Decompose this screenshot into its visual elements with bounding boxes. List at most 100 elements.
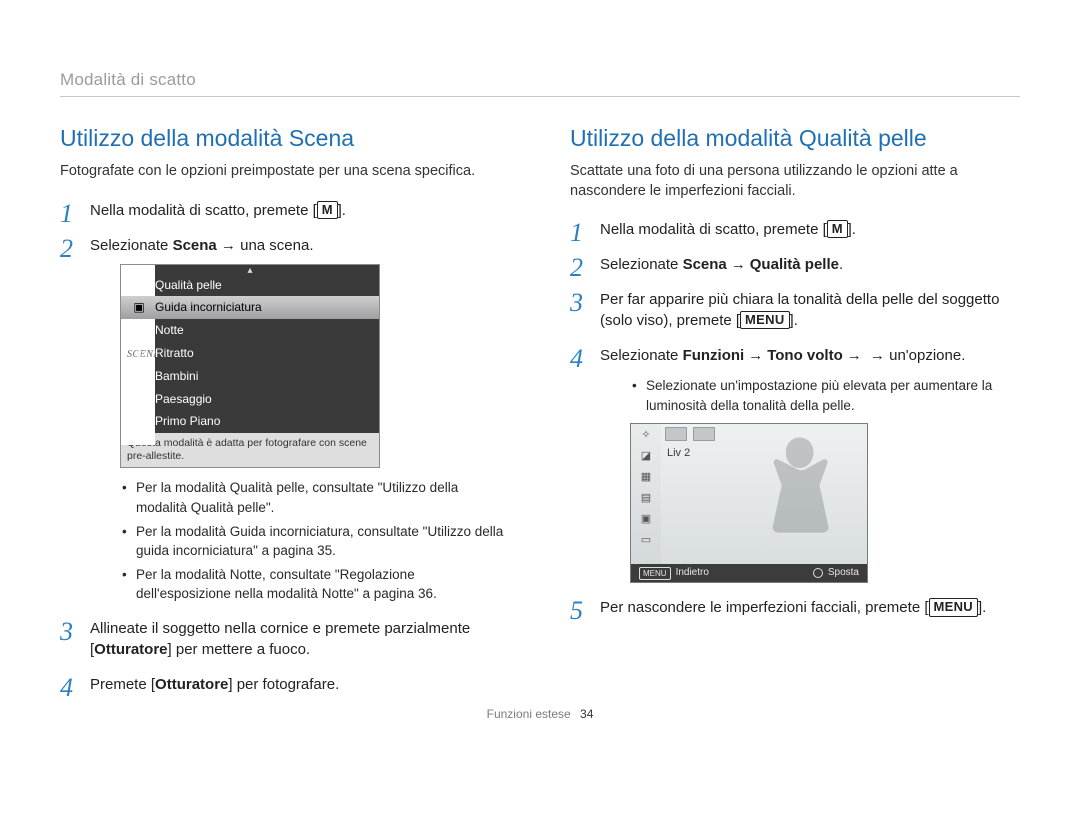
cam-tab-icon — [665, 427, 687, 441]
step-bold: Scena — [683, 256, 727, 273]
footer-section: Funzioni estese — [487, 707, 571, 721]
cam-back-segment: MENU Indietro — [639, 566, 709, 580]
step-text: ] per mettere a fuoco. — [168, 641, 311, 658]
step-5: 5 Per nascondere le imperfezioni faccial… — [570, 597, 1020, 618]
macro-icon: ✿ — [131, 413, 147, 430]
scene-menu-list: ▴ ✿ Qualità pelle ▣Guida incorniciatura ◐… — [121, 265, 379, 434]
step-2: 2 Selezionate Scena → una scena. SCENE — [60, 235, 510, 604]
scene-item-label: Bambini — [155, 368, 198, 385]
scene-item-ritratto: ☺ Ritratto — [121, 342, 379, 365]
mode-key-icon: M — [317, 201, 338, 219]
camera-preview-screenshot: ✧ ◪ ▦ ▤ ▣ ▭ Liv 2 ME — [630, 423, 868, 583]
night-icon: ◐ — [131, 322, 147, 339]
step-bold: Tono volto — [767, 347, 843, 364]
dpad-icon — [813, 568, 823, 578]
frame-guide-icon: ▣ — [131, 299, 147, 316]
step-text: → un'opzione. — [866, 347, 966, 364]
scene-item-label: Qualità pelle — [155, 277, 222, 294]
cam-back-label: Indietro — [676, 566, 709, 580]
step-number: 4 — [60, 670, 73, 706]
step-3: 3 Allineate il soggetto nella cornice e … — [60, 618, 510, 660]
scene-item-primo-piano: ✿Primo Piano — [121, 410, 379, 433]
person-silhouette-icon — [754, 432, 849, 552]
level-label: Liv 2 — [667, 446, 690, 461]
step-number: 5 — [570, 593, 583, 629]
column-beauty-mode: Utilizzo della modalità Qualità pelle Sc… — [570, 125, 1020, 709]
step-text: Premete [ — [90, 676, 155, 693]
focus-icon: ▣ — [637, 512, 655, 526]
cam-bottom-bar: MENU Indietro Sposta — [631, 564, 867, 582]
step-1: 1 Nella modalità di scatto, premete [M]. — [570, 219, 1020, 240]
note-item: Selezionate un'impostazione più elevata … — [632, 376, 1020, 415]
step-4: 4 Selezionate Funzioni→Tono volto→ → un'… — [570, 345, 1020, 583]
arrow-icon: → — [744, 347, 767, 364]
scene-item-guida-incorniciatura: ▣Guida incorniciatura — [121, 296, 379, 319]
menu-key-icon: MENU — [929, 598, 978, 616]
wb-icon: ▤ — [637, 491, 655, 505]
step-text-end: ]. — [338, 202, 346, 219]
cam-move-label: Sposta — [828, 566, 859, 580]
scene-item-label: Notte — [155, 322, 184, 339]
step-bold: Scena — [173, 237, 217, 254]
breadcrumb: Modalità di scatto — [60, 70, 1020, 90]
beauty-icon: ✿ — [131, 277, 147, 294]
scene-menu-description: Questa modalità è adatta per fotografare… — [121, 433, 379, 467]
landscape-icon: ▲ — [131, 391, 147, 408]
scene-item-bambini: ☻ Bambini — [121, 365, 379, 388]
step-text: Nella modalità di scatto, premete [ — [600, 221, 827, 238]
menu-key-small-icon: MENU — [639, 567, 671, 580]
manual-page: Modalità di scatto Utilizzo della modali… — [0, 0, 1080, 739]
column-scene-mode: Utilizzo della modalità Scena Fotografat… — [60, 125, 510, 709]
step-text: Selezionate — [600, 347, 683, 364]
content-columns: Utilizzo della modalità Scena Fotografat… — [60, 125, 1020, 709]
menu-key-icon: MENU — [740, 311, 789, 329]
arrow-icon: → — [843, 347, 866, 364]
scene-menu-body: SCENE ▴ ✿Qualità pelle ▣Guida incornicia… — [121, 265, 379, 468]
scene-item-paesaggio: ▲Paesaggio — [121, 388, 379, 411]
shutter-key: Otturatore — [155, 676, 228, 693]
step-text: ]. — [790, 312, 798, 329]
scene-notes: Per la modalità Qualità pelle, consultat… — [122, 478, 510, 603]
cam-left-icons: ✧ ◪ ▦ ▤ ▣ ▭ — [631, 424, 661, 564]
header-divider — [60, 96, 1020, 97]
step-1: 1 Nella modalità di scatto, premete [M]. — [60, 200, 510, 221]
section-subtitle-beauty: Scattate una foto di una persona utilizz… — [570, 162, 1020, 201]
step-text: Selezionate — [600, 256, 683, 273]
mode-key-icon: M — [827, 220, 848, 238]
step-number: 3 — [570, 285, 583, 321]
scene-item-qualita-pelle: ✿ Qualità pelle — [121, 274, 379, 297]
section-title-beauty: Utilizzo della modalità Qualità pelle — [570, 125, 1020, 152]
steps-beauty: 1 Nella modalità di scatto, premete [M].… — [570, 219, 1020, 618]
step-text: . — [839, 256, 843, 273]
step-text: ]. — [978, 599, 986, 616]
note-item: Per la modalità Notte, consultate "Regol… — [122, 565, 510, 604]
cam-top-tabs — [665, 427, 715, 441]
step-number: 1 — [570, 215, 583, 251]
step-3: 3 Per far apparire più chiara la tonalit… — [570, 289, 1020, 331]
beauty-notes: Selezionate un'impostazione più elevata … — [632, 376, 1020, 415]
cam-move-segment: Sposta — [813, 566, 859, 580]
page-number: 34 — [580, 707, 593, 721]
step-number: 2 — [60, 231, 73, 267]
arrow-icon: → — [727, 256, 750, 273]
portrait-icon: ☺ — [131, 345, 147, 362]
note-item: Per la modalità Qualità pelle, consultat… — [122, 478, 510, 517]
step-2: 2 Selezionate Scena→Qualità pelle. — [570, 254, 1020, 275]
scene-menu-box: SCENE ▴ ✿Qualità pelle ▣Guida incornicia… — [120, 264, 380, 469]
scene-item-label: Ritratto — [155, 345, 194, 362]
section-title-scene: Utilizzo della modalità Scena — [60, 125, 510, 152]
step-text: Per nascondere le imperfezioni facciali,… — [600, 599, 929, 616]
step-text: Per far apparire più chiara la tonalità … — [600, 291, 999, 329]
step-bold: Qualità pelle — [750, 256, 839, 273]
face-tone-icon: ✧ — [637, 428, 655, 442]
chevron-up-icon: ▴ — [121, 265, 379, 274]
step-number: 2 — [570, 250, 583, 286]
step-text: Nella modalità di scatto, premete [ — [90, 202, 317, 219]
step-4: 4 Premete [Otturatore] per fotografare. — [60, 674, 510, 695]
step-number: 4 — [570, 341, 583, 377]
step-text-end: ]. — [848, 221, 856, 238]
children-icon: ☻ — [131, 368, 147, 385]
scene-item-notte: ◐ Notte — [121, 319, 379, 342]
level-icon: ◪ — [637, 449, 655, 463]
section-subtitle-scene: Fotografate con le opzioni preimpostate … — [60, 162, 510, 182]
